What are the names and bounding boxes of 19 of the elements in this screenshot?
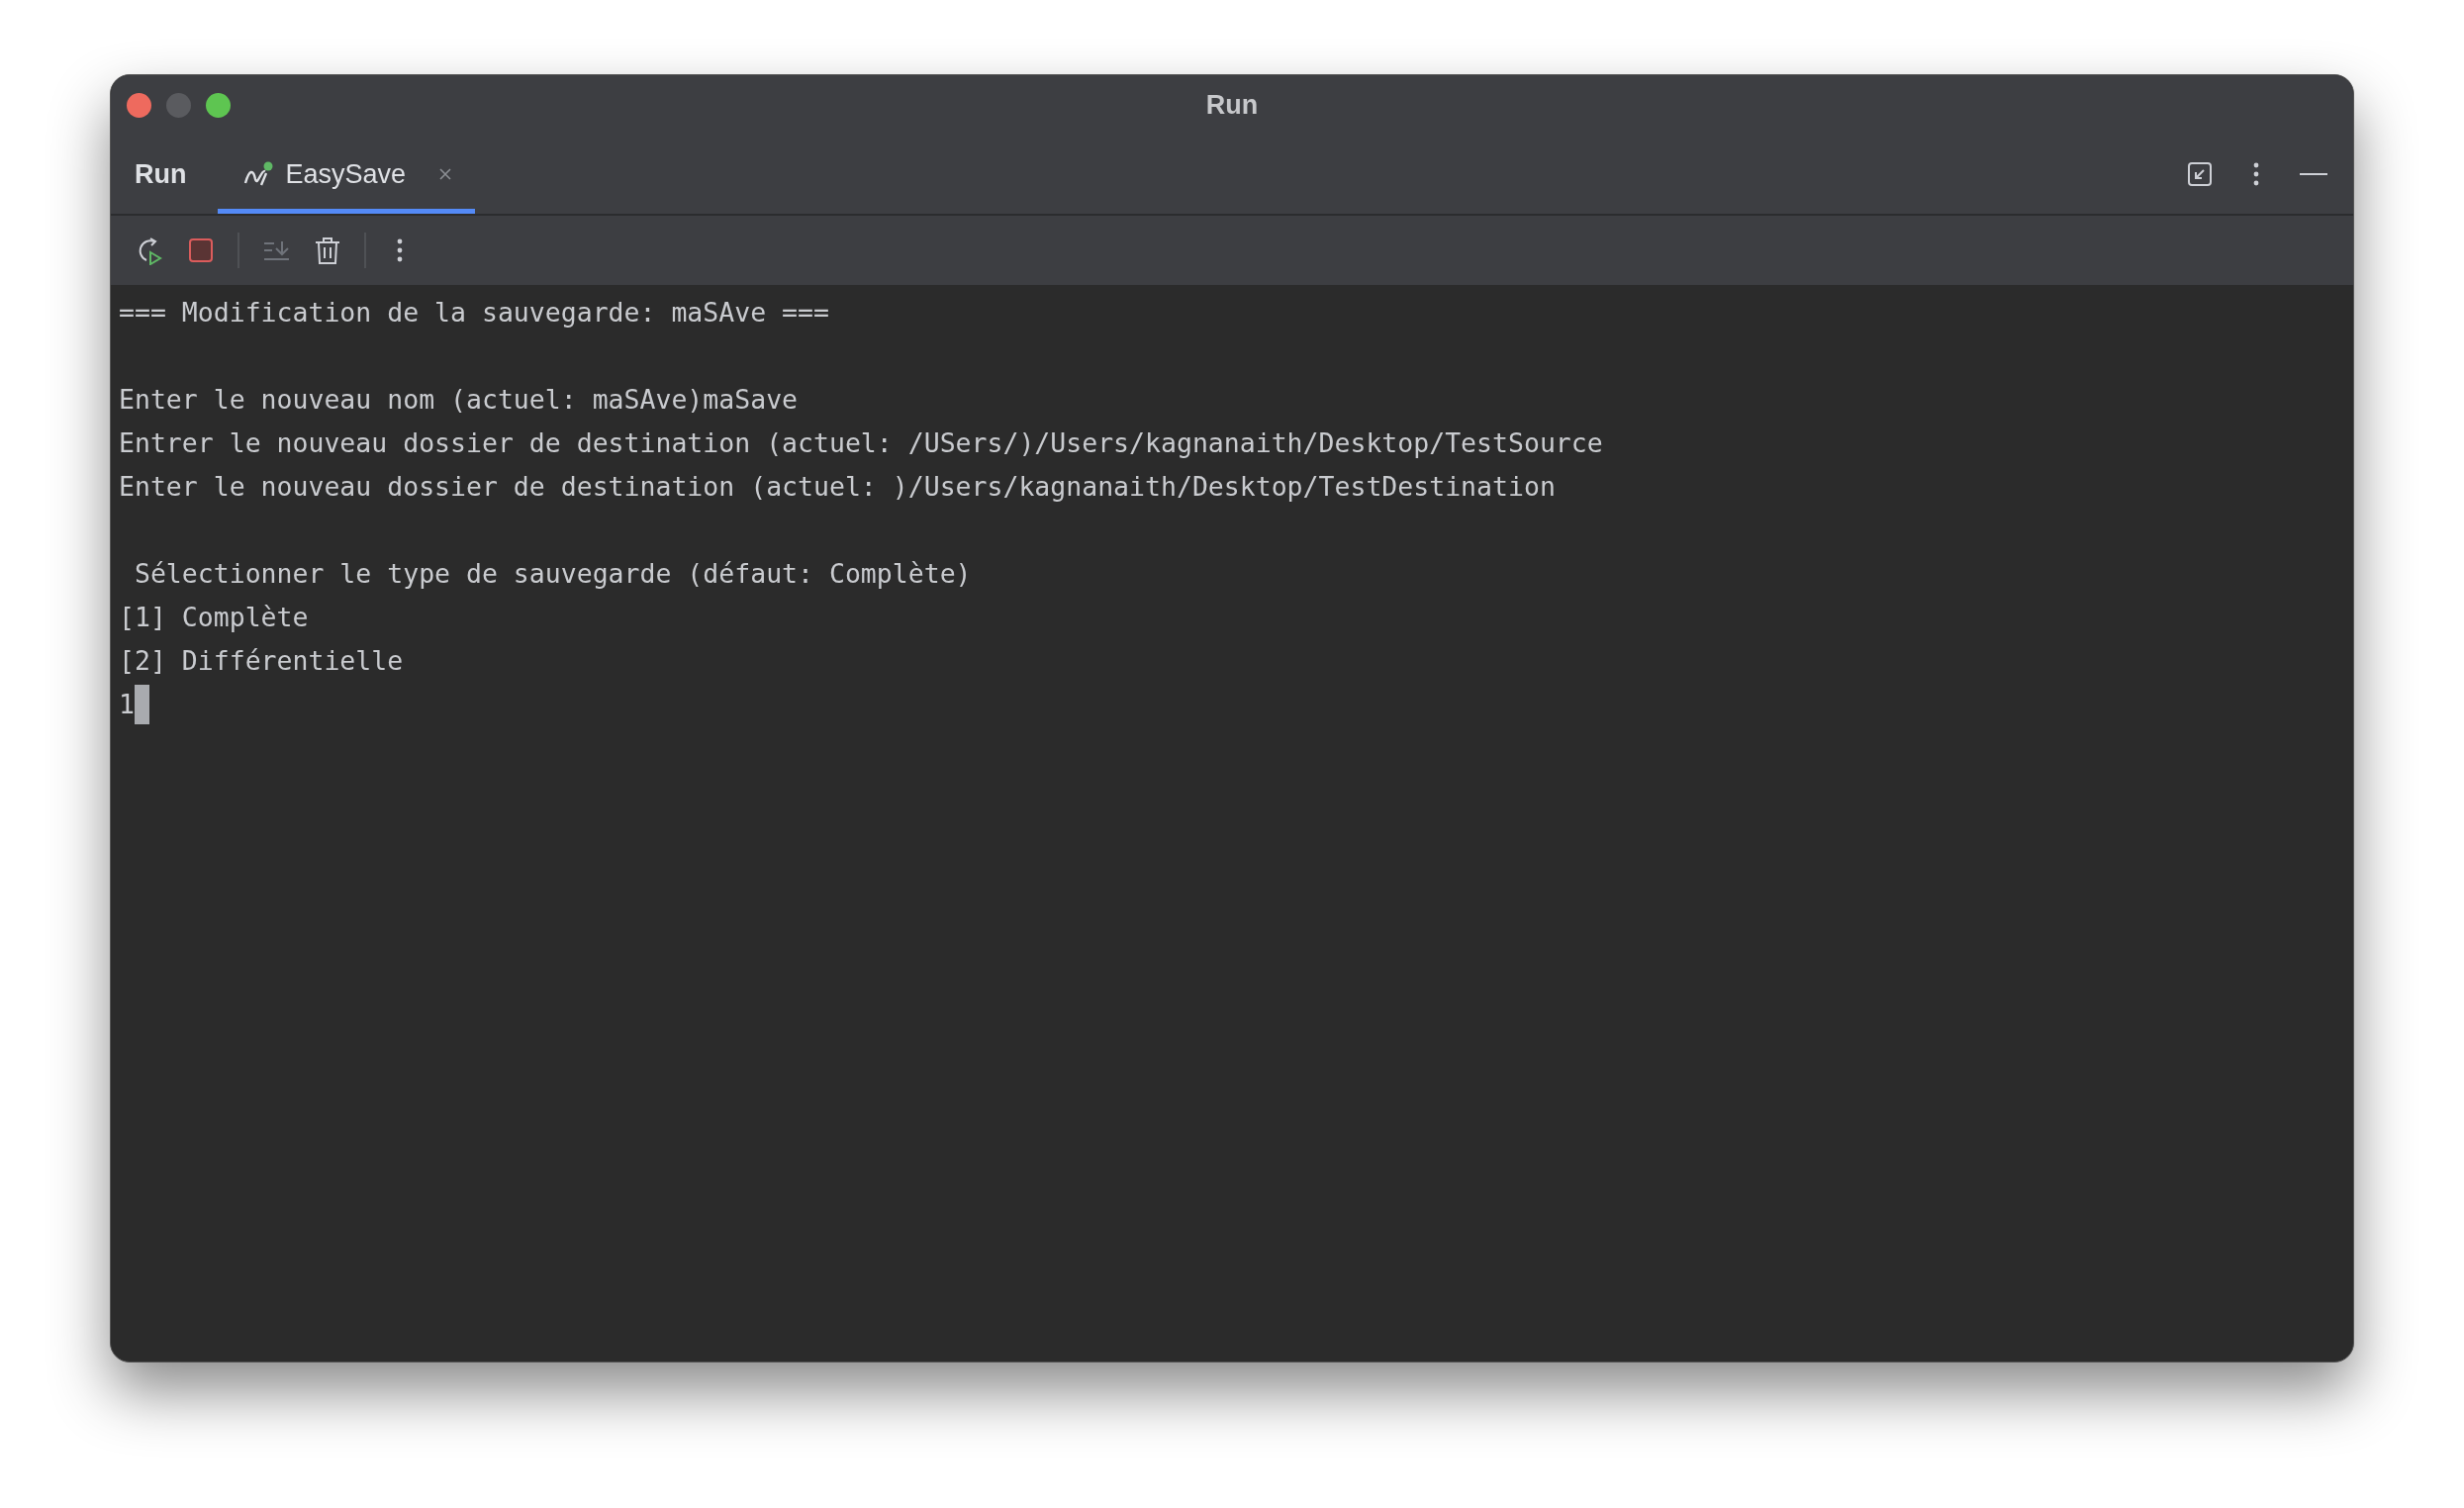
tool-window-title: Run — [135, 158, 187, 190]
close-button[interactable] — [127, 92, 151, 118]
console-line: Sélectionner le type de sauvegarde (défaut: Complète) — [133, 557, 972, 591]
console-line: === Modification de la sauvegarde: maSAve === — [119, 296, 829, 330]
console-line: Enter le nouveau dossier de destination (actuel: )/Users/kagnanaith/Desktop/TestDestination — [119, 470, 1556, 504]
console-line: Enter le nouveau nom (actuel: maSAve)maSave — [119, 383, 799, 417]
console-line: Entrer le nouveau dossier de destination (actuel: /USers/)/Users/kagnanaith/Desktop/TestSource — [119, 426, 1603, 460]
text-cursor — [134, 685, 149, 724]
hide-icon[interactable] — [2300, 172, 2327, 176]
restore-icon[interactable] — [2187, 161, 2213, 187]
console-line: [2] Différentielle — [119, 644, 404, 678]
zoom-button[interactable] — [206, 92, 231, 118]
trash-icon[interactable] — [313, 236, 342, 265]
window-title: Run — [1204, 89, 1260, 121]
console-input[interactable]: 1 — [119, 683, 135, 726]
close-icon[interactable] — [437, 166, 454, 182]
stop-icon[interactable] — [186, 236, 216, 265]
console-line: [1] Complète — [119, 601, 309, 634]
more-icon[interactable] — [2252, 161, 2260, 187]
